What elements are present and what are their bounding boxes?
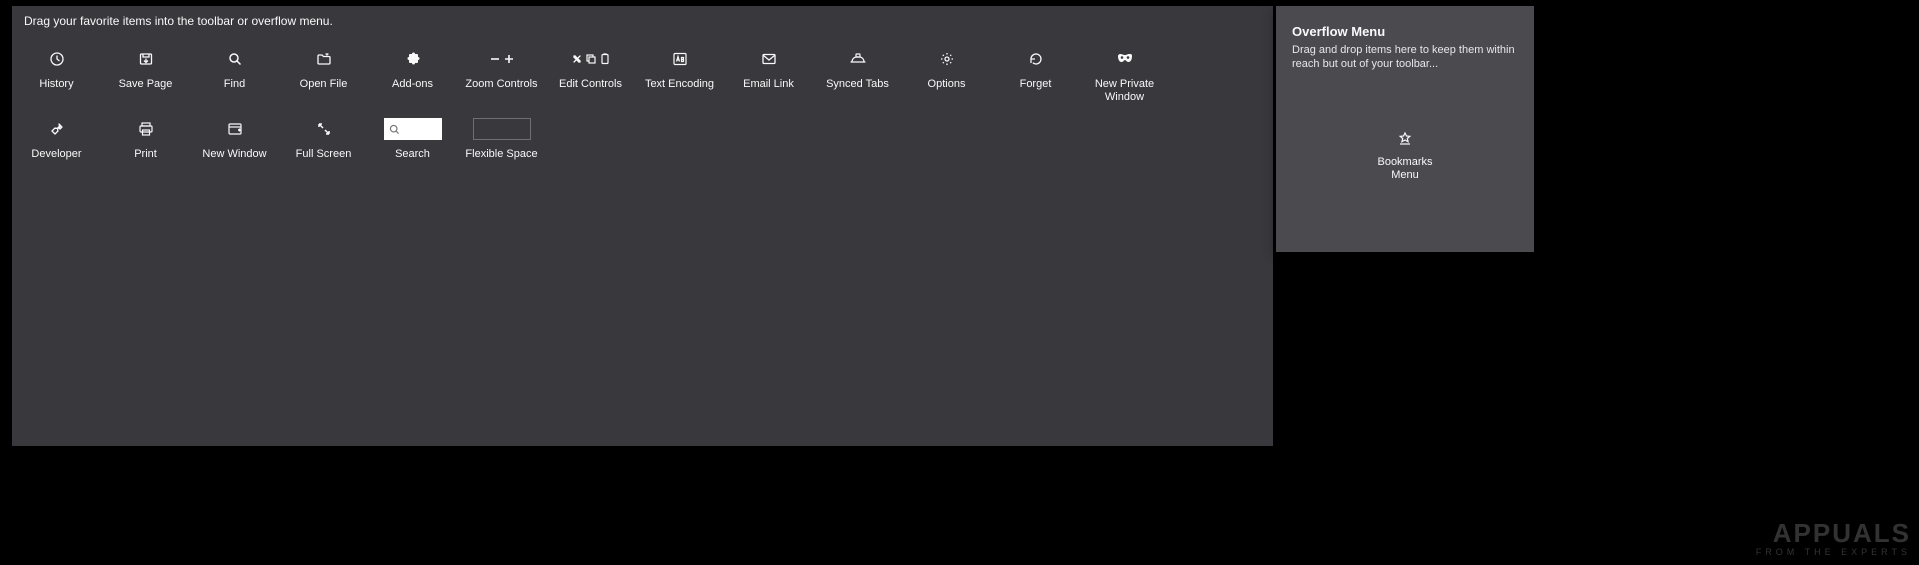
open-file-icon <box>316 44 332 74</box>
email-link-icon <box>761 44 777 74</box>
synced-tabs-icon <box>849 44 867 74</box>
item-label: Options <box>928 78 966 91</box>
item-email-link[interactable]: Email Link <box>724 42 813 112</box>
item-zoom-controls[interactable]: Zoom Controls <box>457 42 546 112</box>
item-label: Synced Tabs <box>826 78 889 91</box>
save-page-icon <box>138 44 154 74</box>
item-label: Zoom Controls <box>465 78 537 91</box>
item-flexible-space[interactable]: Flexible Space <box>457 112 546 182</box>
item-label: New Private Window <box>1095 78 1154 104</box>
overflow-menu-panel: Overflow Menu Drag and drop items here t… <box>1276 6 1534 252</box>
item-edit-controls[interactable]: Edit Controls <box>546 42 635 112</box>
item-full-screen[interactable]: Full Screen <box>279 112 368 182</box>
flexible-space-icon <box>473 114 531 144</box>
text-encoding-icon <box>672 44 688 74</box>
item-label: Flexible Space <box>465 148 537 161</box>
item-text-encoding[interactable]: Text Encoding <box>635 42 724 112</box>
item-label: New Window <box>202 148 266 161</box>
new-window-icon <box>227 114 243 144</box>
item-new-private-window[interactable]: New Private Window <box>1080 42 1169 112</box>
toolbar-items-grid: History Save Page Find Open File Add-ons <box>12 42 1273 182</box>
item-synced-tabs[interactable]: Synced Tabs <box>813 42 902 112</box>
history-icon <box>49 44 65 74</box>
developer-icon <box>49 114 65 144</box>
watermark: APPUALS FROM THE EXPERTS <box>1756 518 1911 557</box>
full-screen-icon <box>316 114 332 144</box>
item-label: Full Screen <box>296 148 352 161</box>
overflow-drop-area[interactable]: Bookmarks Menu <box>1276 126 1534 182</box>
item-print[interactable]: Print <box>101 112 190 182</box>
item-bookmarks-menu[interactable]: Bookmarks Menu <box>1377 126 1432 182</box>
search-box-icon <box>384 114 442 144</box>
item-label: Bookmarks Menu <box>1377 156 1432 182</box>
item-label: Developer <box>31 148 81 161</box>
item-options[interactable]: Options <box>902 42 991 112</box>
options-icon <box>939 44 955 74</box>
item-history[interactable]: History <box>12 42 101 112</box>
item-label: Forget <box>1020 78 1052 91</box>
item-developer[interactable]: Developer <box>12 112 101 182</box>
addons-icon <box>405 44 421 74</box>
private-window-icon <box>1116 44 1134 74</box>
item-label: Add-ons <box>392 78 433 91</box>
zoom-controls-icon <box>489 44 515 74</box>
instruction-text: Drag your favorite items into the toolba… <box>12 6 1273 42</box>
item-save-page[interactable]: Save Page <box>101 42 190 112</box>
item-label: Email Link <box>743 78 794 91</box>
item-label: Edit Controls <box>559 78 622 91</box>
overflow-title: Overflow Menu <box>1292 24 1520 39</box>
edit-controls-icon <box>571 44 611 74</box>
item-search[interactable]: Search <box>368 112 457 182</box>
forget-icon <box>1028 44 1044 74</box>
item-forget[interactable]: Forget <box>991 42 1080 112</box>
watermark-tagline: FROM THE EXPERTS <box>1756 547 1911 557</box>
item-label: Text Encoding <box>645 78 714 91</box>
item-label: Print <box>134 148 157 161</box>
item-label: Open File <box>300 78 348 91</box>
item-label: History <box>39 78 73 91</box>
item-new-window[interactable]: New Window <box>190 112 279 182</box>
item-find[interactable]: Find <box>190 42 279 112</box>
item-open-file[interactable]: Open File <box>279 42 368 112</box>
bookmarks-menu-icon <box>1377 126 1432 152</box>
item-label: Find <box>224 78 245 91</box>
item-label: Search <box>395 148 430 161</box>
find-icon <box>227 44 243 74</box>
customize-toolbar-panel: Drag your favorite items into the toolba… <box>12 6 1273 446</box>
overflow-description: Drag and drop items here to keep them wi… <box>1292 43 1520 71</box>
watermark-brand: APPUALS <box>1756 518 1911 549</box>
print-icon <box>138 114 154 144</box>
item-label: Save Page <box>119 78 173 91</box>
item-addons[interactable]: Add-ons <box>368 42 457 112</box>
